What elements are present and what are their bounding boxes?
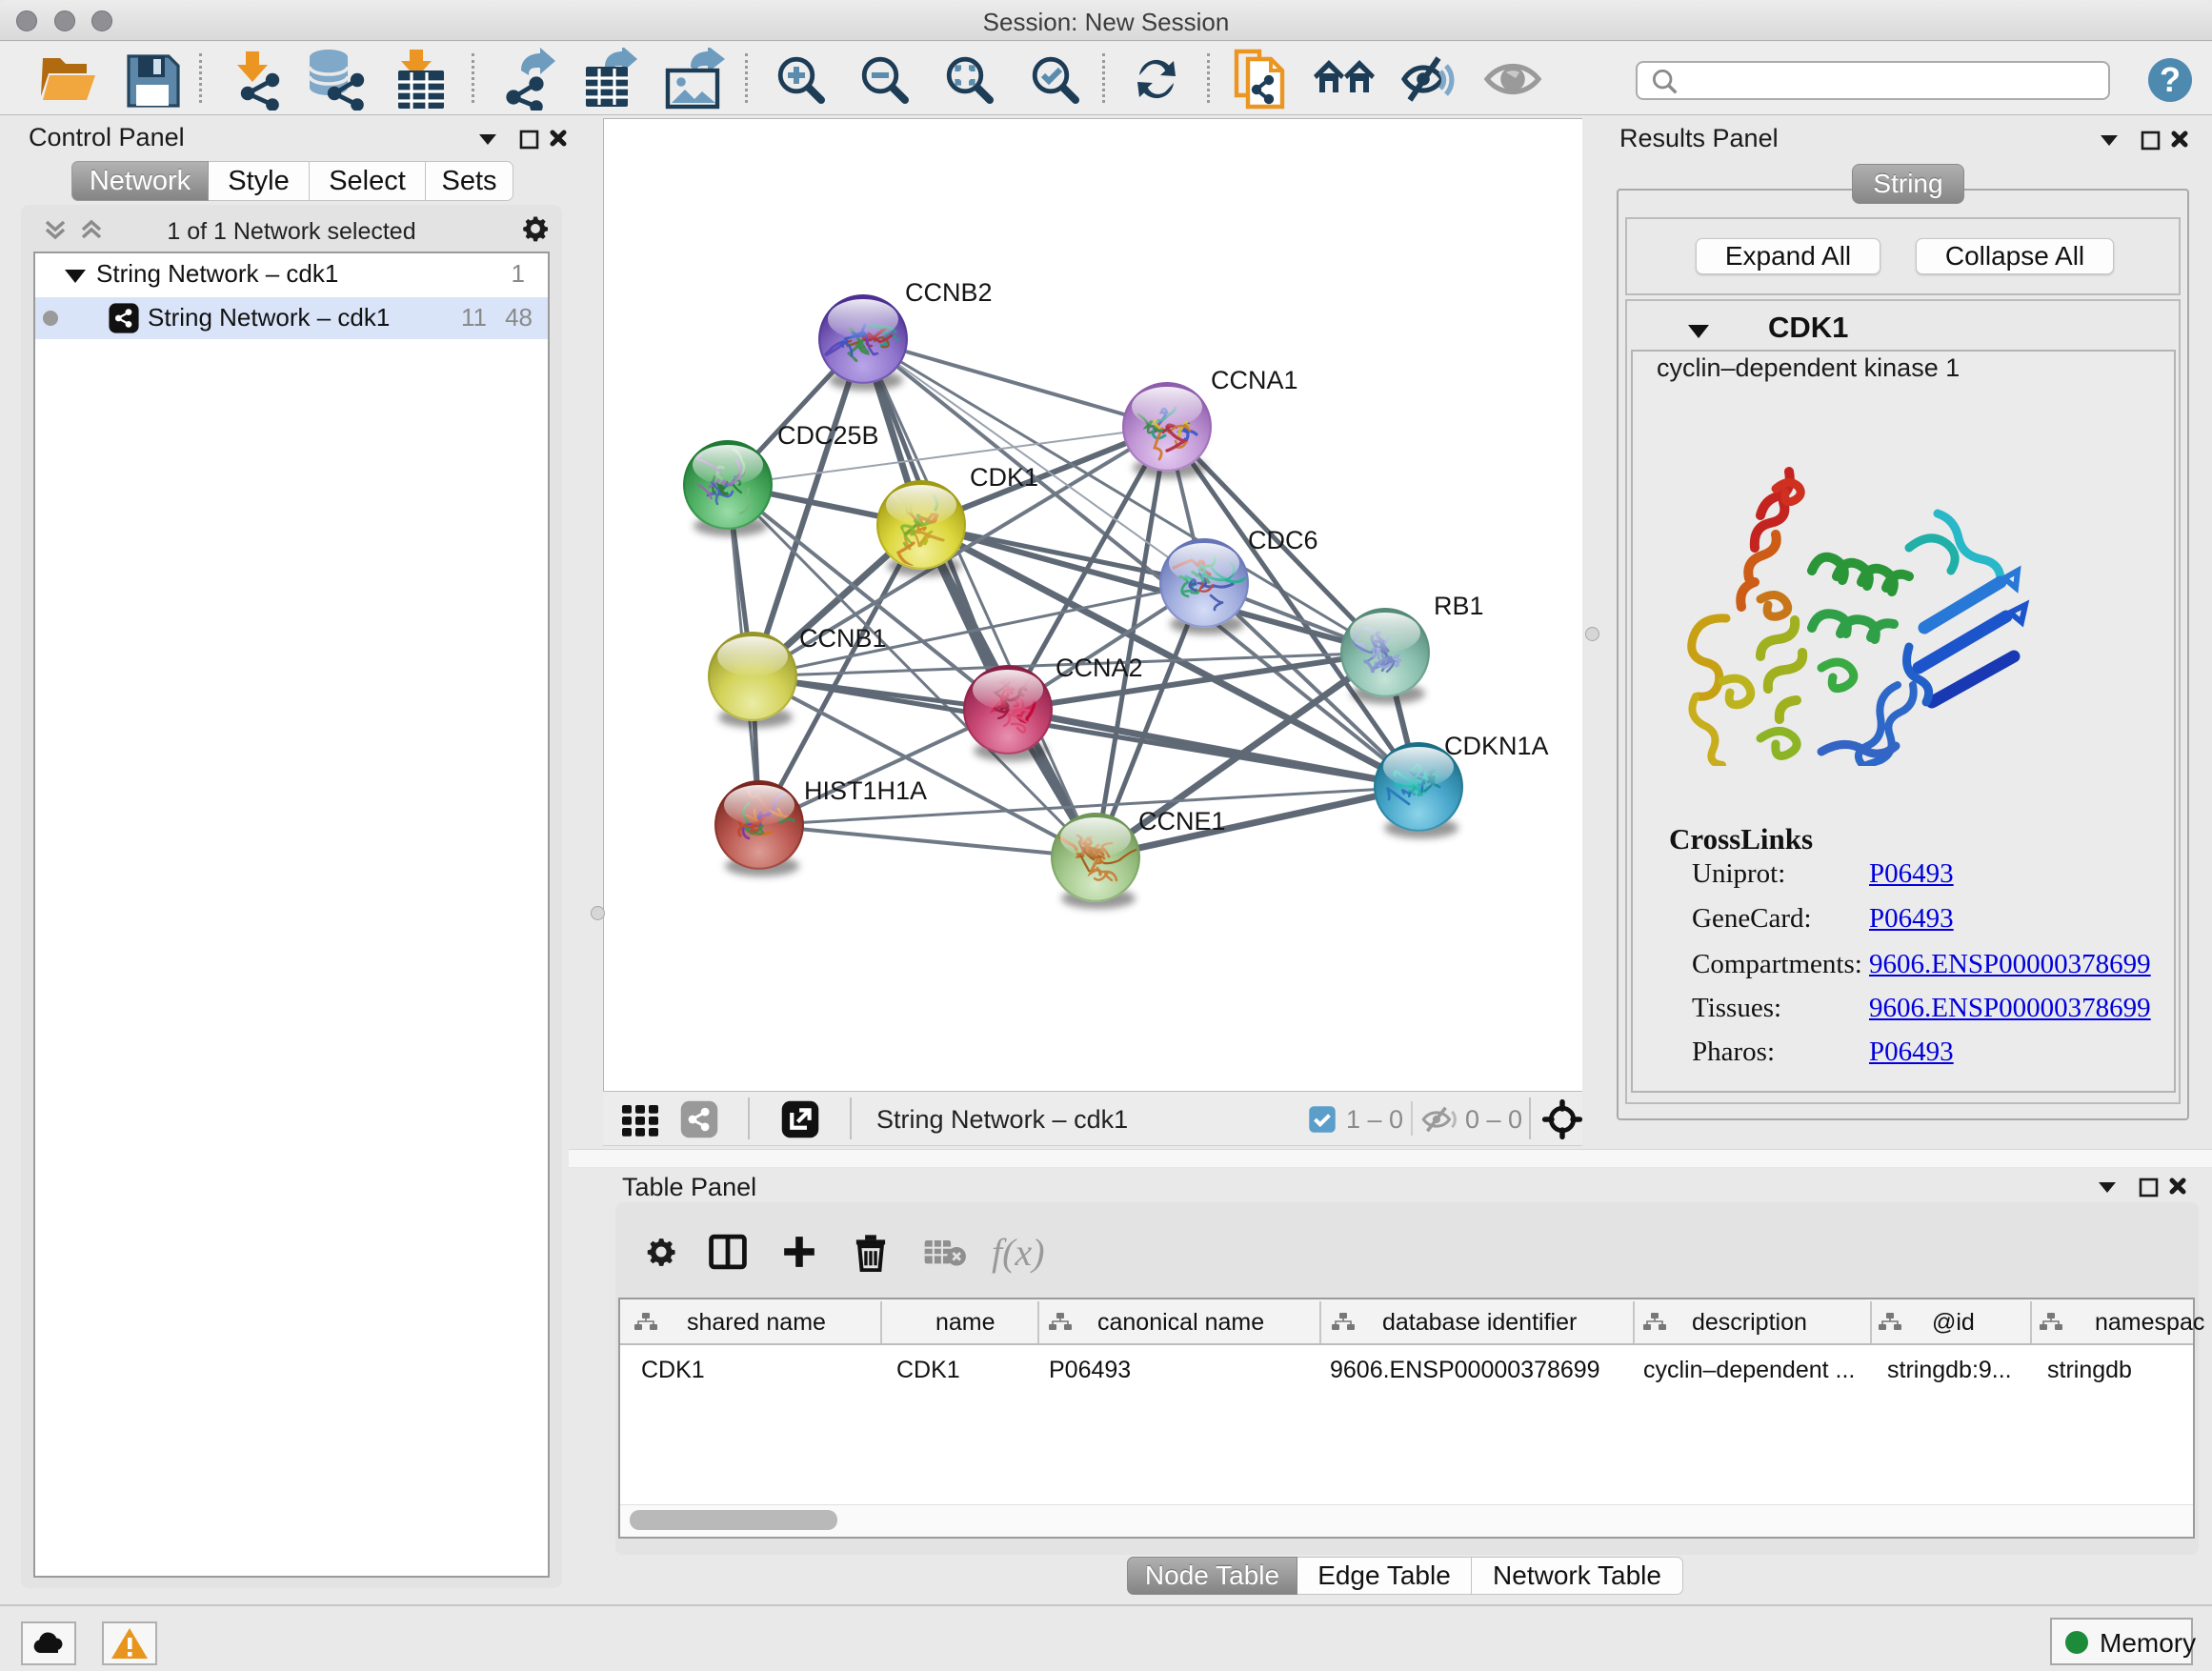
svg-text:CDC25B: CDC25B <box>777 421 879 450</box>
svg-text:CDC6: CDC6 <box>1248 526 1318 554</box>
svg-text:CCNA2: CCNA2 <box>1056 654 1143 682</box>
svg-text:CCNB1: CCNB1 <box>799 624 887 653</box>
svg-text:CDKN1A: CDKN1A <box>1444 732 1549 760</box>
svg-text:CDK1: CDK1 <box>970 463 1038 492</box>
svg-text:CCNE1: CCNE1 <box>1138 807 1226 836</box>
svg-text:CCNA1: CCNA1 <box>1211 366 1298 394</box>
svg-text:HIST1H1A: HIST1H1A <box>804 776 927 805</box>
svg-text:CCNB2: CCNB2 <box>905 278 993 307</box>
svg-text:RB1: RB1 <box>1434 592 1484 620</box>
